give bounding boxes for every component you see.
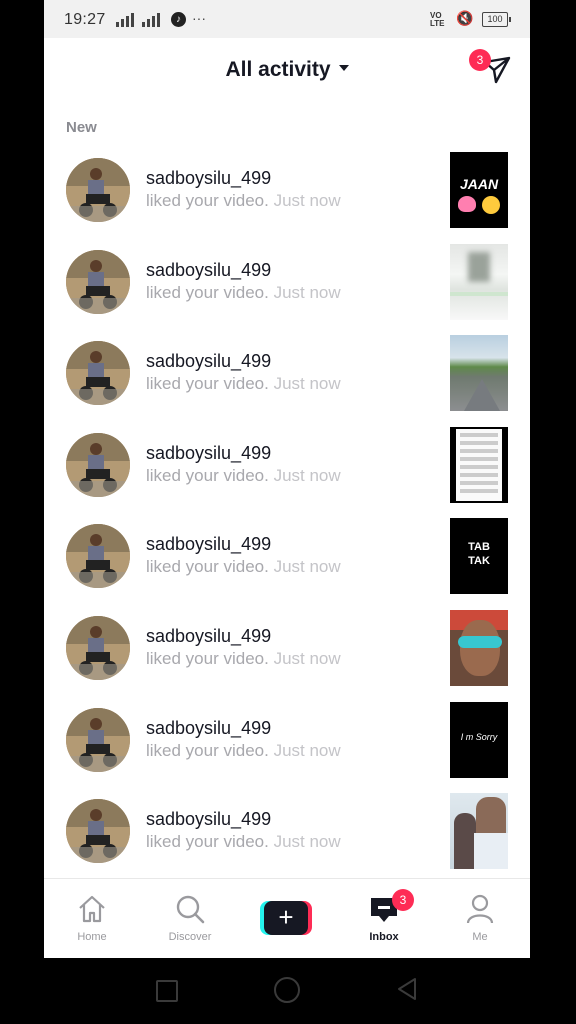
user-avatar[interactable] xyxy=(66,799,130,864)
user-avatar[interactable] xyxy=(66,341,130,406)
tab-me[interactable]: Me xyxy=(440,879,520,958)
user-avatar[interactable] xyxy=(66,158,130,222)
status-time: 19:27 xyxy=(64,11,106,28)
app-screen: 19:27 ♪ ··· VO LTE 🔇 100 All activity 3 N… xyxy=(44,0,530,958)
notification-list: sadboysilu_499 liked your video. Just no… xyxy=(44,148,530,881)
signal-icon-2 xyxy=(142,13,160,27)
video-thumbnail[interactable] xyxy=(450,335,508,412)
notification-text: liked your video. Just now xyxy=(146,648,341,668)
create-video-button[interactable]: + xyxy=(260,901,312,935)
tab-label-discover: Discover xyxy=(168,931,212,943)
video-thumbnail[interactable] xyxy=(450,243,508,320)
notification-text: liked your video. Just now xyxy=(146,832,341,852)
user-avatar[interactable] xyxy=(66,615,130,680)
bottom-tab-bar: Home Discover + Inbox 3 Me xyxy=(44,878,530,958)
notification-text: liked your video. Just now xyxy=(146,282,341,302)
system-navigation-bar xyxy=(0,958,576,1024)
caret-down-icon xyxy=(338,65,349,72)
username[interactable]: sadboysilu_499 xyxy=(146,718,271,739)
username[interactable]: sadboysilu_499 xyxy=(146,809,271,830)
tab-home[interactable]: Home xyxy=(52,879,132,958)
video-thumbnail[interactable] xyxy=(450,426,508,503)
user-avatar[interactable] xyxy=(66,432,130,497)
notification-text: liked your video. Just now xyxy=(146,374,341,394)
home-button[interactable] xyxy=(274,977,300,1003)
notification-row[interactable]: sadboysilu_499 liked your video. Just no… xyxy=(44,148,530,240)
signal-icon xyxy=(116,13,134,27)
notification-row[interactable]: sadboysilu_499 liked your video. Just no… xyxy=(44,789,530,881)
notification-row[interactable]: sadboysilu_499 liked your video. Just no… xyxy=(44,240,530,332)
notification-row[interactable]: sadboysilu_499 liked your video. Just no… xyxy=(44,514,530,606)
tab-label-home: Home xyxy=(77,931,107,943)
notification-text: liked your video. Just now xyxy=(146,740,341,760)
section-label-new: New xyxy=(66,119,97,136)
notification-row[interactable]: sadboysilu_499 liked your video. Just no… xyxy=(44,331,530,423)
tab-inbox[interactable]: Inbox xyxy=(344,879,424,958)
mute-icon: 🔇 xyxy=(456,10,474,26)
battery-icon: 100 xyxy=(482,12,511,27)
activity-filter-dropdown[interactable]: All activity xyxy=(44,58,530,82)
tab-label-me: Me xyxy=(472,931,488,943)
username[interactable]: sadboysilu_499 xyxy=(146,534,271,555)
tab-discover[interactable]: Discover xyxy=(150,879,230,958)
username[interactable]: sadboysilu_499 xyxy=(146,351,271,372)
user-avatar[interactable] xyxy=(66,707,130,772)
tiktok-notification-icon: ♪ xyxy=(171,12,186,27)
username[interactable]: sadboysilu_499 xyxy=(146,260,271,281)
user-avatar[interactable] xyxy=(66,524,130,589)
notification-text: liked your video. Just now xyxy=(146,465,341,485)
profile-icon xyxy=(466,894,494,924)
home-icon xyxy=(79,895,105,923)
recents-button[interactable] xyxy=(156,980,178,1002)
video-thumbnail[interactable]: TAB TAK xyxy=(450,518,508,595)
user-avatar[interactable] xyxy=(66,249,130,314)
username[interactable]: sadboysilu_499 xyxy=(146,443,271,464)
plus-icon: + xyxy=(264,901,308,935)
video-thumbnail[interactable] xyxy=(450,793,508,870)
overflow-dots: ··· xyxy=(192,10,206,26)
video-thumbnail[interactable] xyxy=(450,609,508,686)
notification-text: liked your video. Just now xyxy=(146,557,341,577)
video-thumbnail[interactable]: JAAN xyxy=(450,152,508,228)
username[interactable]: sadboysilu_499 xyxy=(146,168,271,189)
tab-label-inbox: Inbox xyxy=(369,931,399,943)
notification-text: liked your video. Just now xyxy=(146,191,341,210)
search-icon xyxy=(176,895,205,924)
username[interactable]: sadboysilu_499 xyxy=(146,626,271,647)
page-title: All activity xyxy=(225,58,331,81)
notification-row[interactable]: sadboysilu_499 liked your video. Just no… xyxy=(44,606,530,698)
notification-row[interactable]: sadboysilu_499 liked your video. Just no… xyxy=(44,698,530,790)
notification-row[interactable]: sadboysilu_499 liked your video. Just no… xyxy=(44,423,530,515)
video-thumbnail[interactable]: I m Sorry xyxy=(450,701,508,778)
messages-badge: 3 xyxy=(469,49,491,71)
back-button[interactable] xyxy=(396,977,418,1001)
status-bar: 19:27 ♪ ··· VO LTE 🔇 100 xyxy=(44,0,530,38)
inbox-badge: 3 xyxy=(392,889,414,911)
volte-icon: VO LTE xyxy=(430,11,445,28)
